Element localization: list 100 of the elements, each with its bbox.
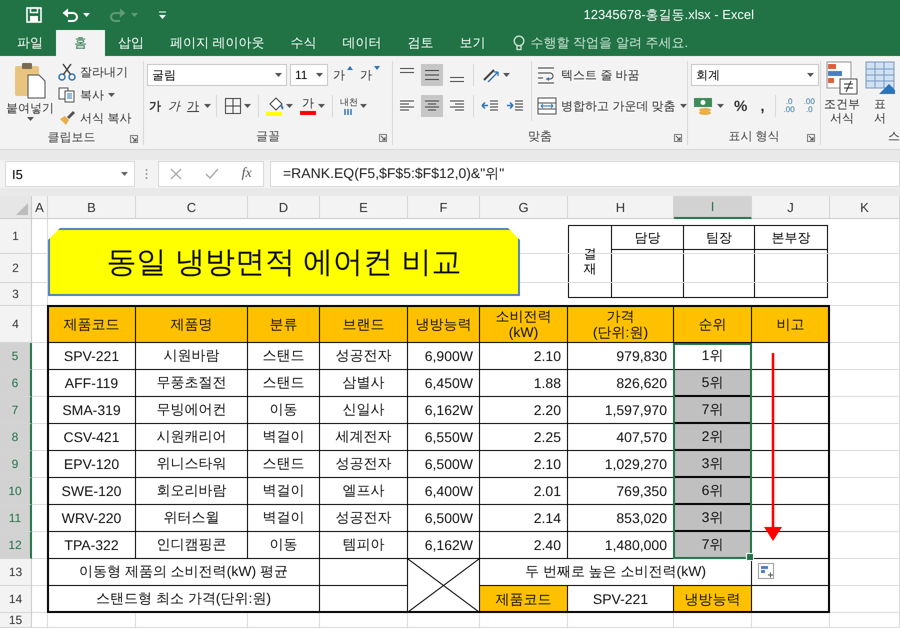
row-header[interactable]: 11 [0, 505, 32, 532]
column-header[interactable]: D [248, 196, 320, 219]
comma-button[interactable]: , [755, 95, 770, 117]
sheet-cell[interactable] [830, 397, 900, 424]
phonetic-button[interactable]: 내천 [338, 95, 369, 117]
sheet-cell[interactable] [32, 613, 48, 628]
currency-button[interactable] [691, 95, 726, 117]
ribbon-tab[interactable]: 보기 [446, 30, 499, 56]
fill-handle[interactable] [746, 553, 754, 561]
row-header[interactable]: 5 [0, 343, 32, 370]
sheet-cell[interactable] [830, 532, 900, 559]
tell-me-field[interactable]: 수행할 작업을 알려 주세요. [530, 34, 688, 52]
row-header[interactable]: 14 [0, 586, 32, 613]
sheet-cell[interactable] [830, 306, 900, 343]
ribbon-tab[interactable]: 홈 [56, 30, 105, 56]
copy-button[interactable]: 복사 [58, 85, 132, 105]
sheet-cell[interactable] [830, 424, 900, 451]
row-header[interactable]: 7 [0, 397, 32, 424]
column-header[interactable]: I [674, 196, 752, 219]
column-header[interactable]: C [136, 196, 248, 219]
ribbon-tab[interactable]: 파일 [4, 30, 56, 56]
sheet-cell[interactable] [830, 505, 900, 532]
column-header[interactable]: J [752, 196, 830, 219]
decrease-decimal-button[interactable]: .00 .0 [800, 95, 818, 117]
row-header[interactable]: 12 [0, 532, 32, 559]
sheet-cell[interactable] [48, 613, 136, 628]
column-heading: 제품코드 [480, 586, 568, 613]
ribbon-tab[interactable]: 데이터 [330, 30, 395, 56]
sheet-cell[interactable] [320, 613, 408, 628]
conditional-formatting-button[interactable]: 조건부 서식 [822, 61, 862, 127]
paste-button[interactable]: 붙여넣기 [4, 61, 56, 128]
grow-font-button[interactable]: 가 [331, 64, 355, 86]
table-cell: 2.10 [480, 451, 568, 478]
ribbon-tab[interactable]: 삽입 [105, 30, 157, 56]
sheet-cell[interactable] [830, 478, 900, 505]
row-header[interactable]: 8 [0, 424, 32, 451]
sheet-cell[interactable] [830, 586, 900, 613]
row-header[interactable]: 13 [0, 559, 32, 586]
ribbon-tab[interactable]: 페이지 레이아웃 [157, 30, 278, 56]
borders-button[interactable] [222, 95, 253, 117]
font-name-field[interactable]: 굴림 [147, 64, 287, 86]
table-cell: 2.10 [480, 343, 568, 370]
ribbon-tab[interactable]: 수식 [278, 30, 330, 56]
row-header[interactable]: 4 [0, 306, 32, 343]
column-header[interactable]: F [408, 196, 480, 219]
underline-button[interactable]: 가 [185, 95, 201, 117]
fill-color-button[interactable] [264, 95, 295, 117]
italic-button[interactable]: 가 [166, 95, 182, 117]
row-header[interactable]: 2 [0, 254, 32, 283]
row-header[interactable]: 10 [0, 478, 32, 505]
table-cell: 2위 [674, 424, 752, 451]
increase-decimal-button[interactable]: .0 .00 [780, 95, 798, 117]
sheet-cell[interactable] [830, 343, 900, 370]
row-header[interactable]: 1 [0, 219, 32, 254]
font-color-button[interactable]: 가 [298, 95, 327, 117]
sheet-cell[interactable] [752, 613, 830, 628]
formula-field[interactable]: =RANK.EQ(F5,$F$5:$F$12,0)&"위" [270, 161, 900, 187]
row-header[interactable]: 9 [0, 451, 32, 478]
merge-center-button[interactable]: 병합하고 가운데 맞춤 [537, 95, 687, 117]
align-button[interactable] [421, 95, 443, 117]
group-label: 클립보드 [48, 129, 96, 145]
row-header[interactable]: 3 [0, 283, 32, 306]
lines-icon [449, 77, 465, 82]
sheet-cell[interactable] [830, 559, 900, 586]
align-button[interactable] [421, 64, 443, 86]
insert-function-button[interactable]: fx [238, 164, 256, 184]
column-header[interactable]: B [48, 196, 136, 219]
number-format-field[interactable]: 회계 [691, 64, 819, 86]
merge-cells-icon [537, 97, 557, 115]
percent-button[interactable]: % [729, 95, 752, 117]
table-cell: 2.01 [480, 478, 568, 505]
sheet-cell[interactable] [568, 613, 674, 628]
table-cell: SPV-221 [48, 343, 136, 370]
column-header[interactable]: K [830, 196, 900, 219]
column-header[interactable]: A [32, 196, 48, 219]
money-icon [693, 97, 715, 115]
sheet-cell[interactable] [248, 613, 320, 628]
wrap-text-button[interactable]: 텍스트 줄 바꿈 [537, 64, 687, 86]
down-triangle-icon [374, 66, 380, 70]
cut-button[interactable]: 잘라내기 [58, 62, 132, 82]
column-header[interactable]: H [568, 196, 674, 219]
bold-button[interactable]: 가 [147, 95, 163, 117]
bars-icon [343, 108, 355, 114]
sheet-cell[interactable] [830, 451, 900, 478]
sheet-cell[interactable] [480, 613, 568, 628]
column-header[interactable]: G [480, 196, 568, 219]
row-header[interactable]: 15 [0, 613, 32, 628]
column-header[interactable]: E [320, 196, 408, 219]
font-size-field[interactable]: 11 [290, 64, 328, 86]
table-format-button[interactable]: 표 서 [863, 61, 897, 127]
row-header[interactable]: 6 [0, 370, 32, 397]
sheet-cell[interactable] [830, 370, 900, 397]
sheet-cell[interactable] [830, 613, 900, 628]
format-painter-button[interactable]: 서식 복사 [58, 108, 132, 128]
name-box[interactable]: I5 [5, 161, 135, 187]
ribbon-tab[interactable]: 검토 [394, 30, 447, 56]
sheet-cell[interactable] [674, 613, 752, 628]
sheet-cell[interactable] [136, 613, 248, 628]
sheet-cell[interactable] [408, 613, 480, 628]
shrink-font-button[interactable]: 가 [358, 64, 382, 86]
